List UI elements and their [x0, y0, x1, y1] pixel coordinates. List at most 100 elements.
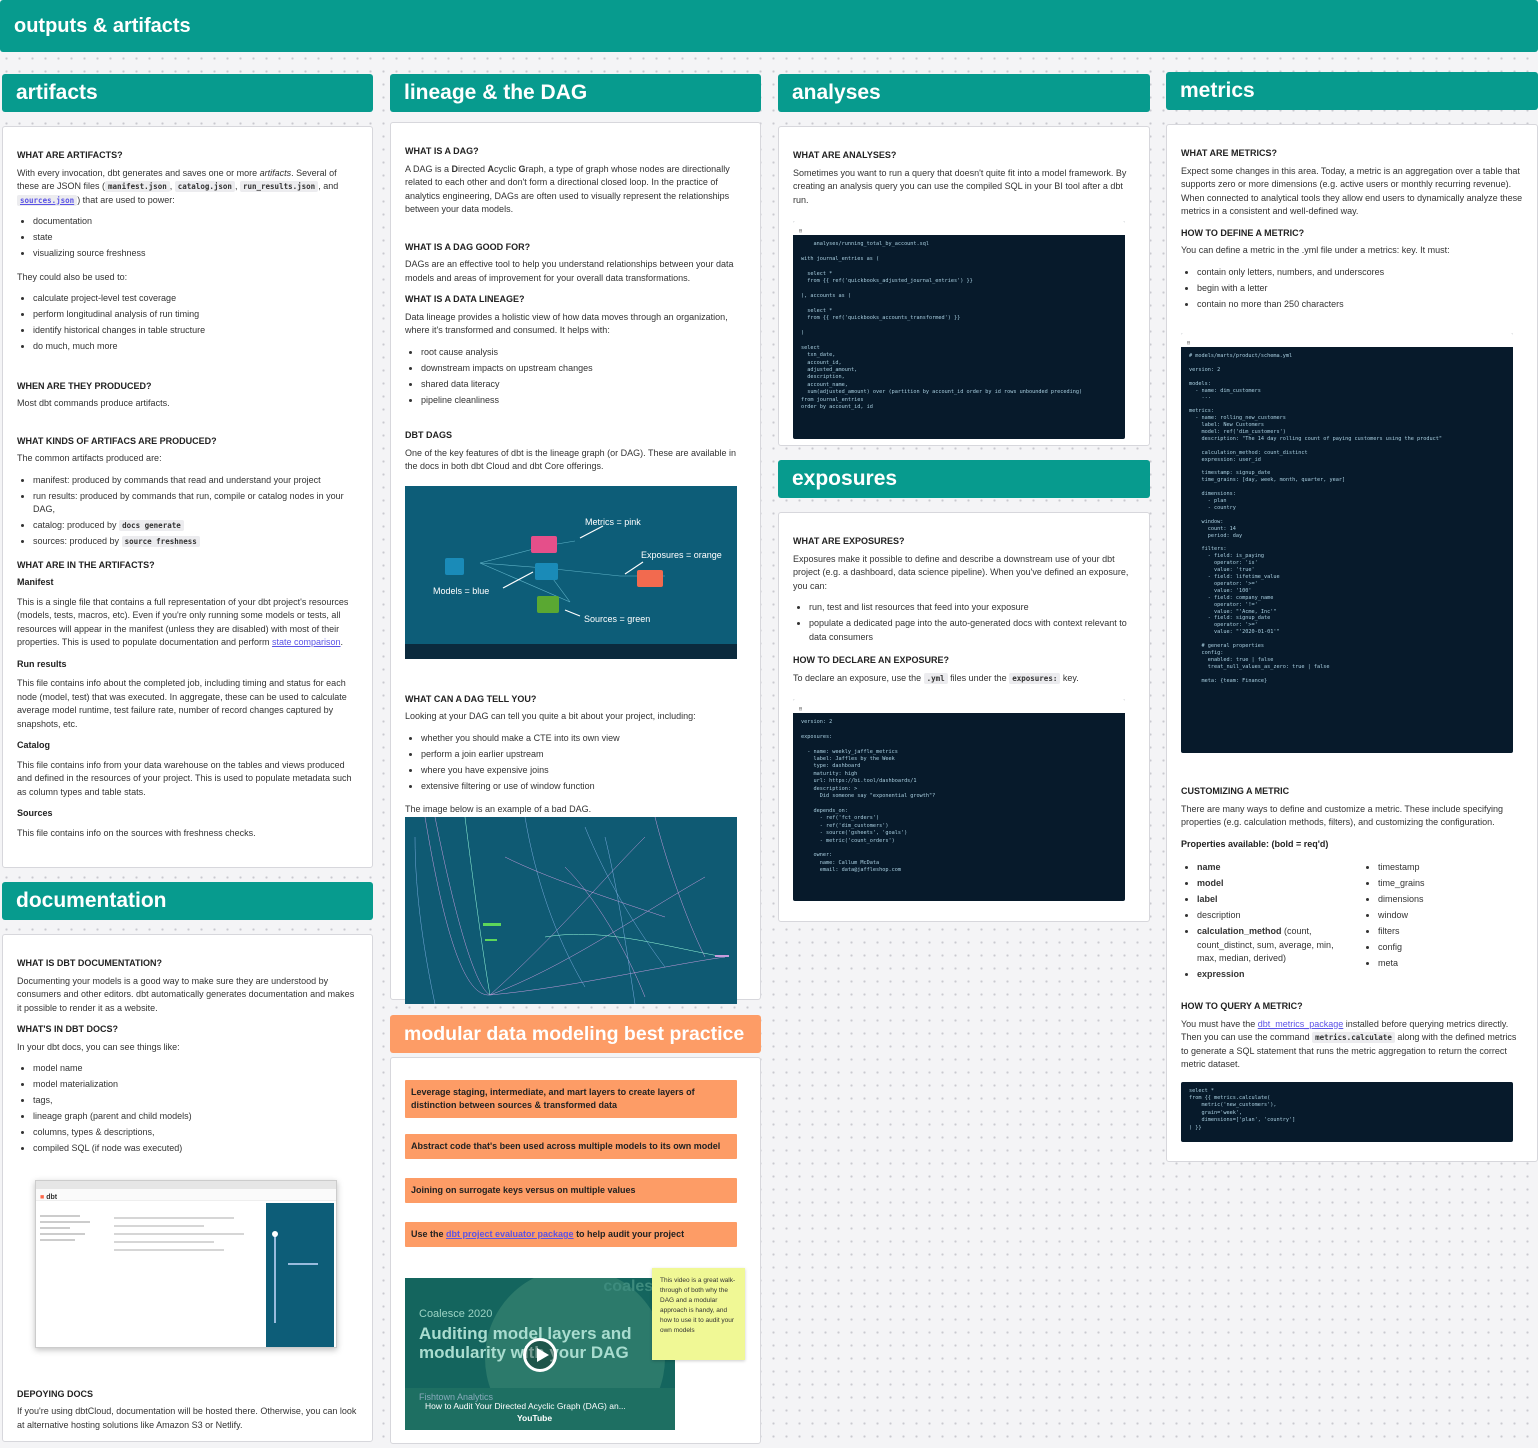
bad-dag-lines — [414, 816, 729, 1004]
list-item: run, test and list resources that feed i… — [809, 601, 1135, 615]
list-item: perform a join earlier upstream — [421, 748, 746, 762]
list-item: visualizing source freshness — [33, 247, 358, 261]
paragraph: You can define a metric in the .yml file… — [1181, 245, 1450, 255]
list-item: begin with a letter — [1197, 282, 1523, 296]
heading: WHAT IS DBT DOCUMENTATION? — [17, 958, 162, 968]
play-button-icon[interactable] — [523, 1338, 557, 1372]
dag-node-source — [537, 595, 559, 613]
list-item: perform longitudinal analysis of run tim… — [33, 308, 358, 322]
heading: WHAT KINDS OF ARTIFACS ARE PRODUCED? — [17, 435, 217, 446]
dbt-project-evaluator-link[interactable]: dbt project evaluator package — [446, 1229, 574, 1239]
paragraph: With every invocation, dbt generates and… — [17, 167, 339, 206]
paragraph: Data lineage provides a holistic view of… — [405, 311, 728, 336]
dag-label-sources: Sources = green — [584, 613, 651, 624]
list-item: populate a dedicated page into the auto-… — [809, 617, 1135, 644]
list-item: whether you should make a CTE into its o… — [421, 732, 746, 746]
code-text: analyses/running_total_by_account.sql wi… — [801, 241, 1083, 410]
list-item: documentation — [33, 215, 358, 229]
code-block-metric-definition: ▤ # models/marts/product/schema.yml vers… — [1181, 333, 1513, 753]
section-header-lineage: lineage & the DAG — [390, 74, 761, 112]
list-item: tags, — [33, 1094, 358, 1108]
subheading: Sources — [17, 808, 53, 818]
list-item: description — [1197, 909, 1342, 923]
list: root cause analysis downstream impacts o… — [421, 346, 746, 408]
list-item: expression — [1197, 968, 1342, 982]
dag-example-image: Metrics = pink Exposures = orange Models… — [405, 485, 737, 659]
documentation-card: WHAT IS DBT DOCUMENTATION? Documenting y… — [2, 934, 373, 1442]
dbt-docs-screenshot: ■ dbt — [35, 1179, 337, 1348]
list: calculate project-level test coverage pe… — [33, 292, 358, 354]
dag-label-metrics: Metrics = pink — [585, 516, 641, 527]
exposures-card: WHAT ARE EXPOSURES? Exposures make it po… — [778, 512, 1150, 922]
code-block-analysis: ▤ analyses/running_total_by_account.sql … — [793, 221, 1125, 439]
code-block-header: ▤ — [793, 699, 1125, 713]
paragraph: This file contains info from your data w… — [17, 759, 352, 797]
video-platform: YouTube — [517, 1413, 553, 1423]
properties-left: name model label description calculation… — [1197, 861, 1342, 984]
sources-json-link[interactable]: sources.json — [17, 194, 78, 206]
dbt-logo-icon: ■ — [40, 1193, 45, 1201]
list-item: identify historical changes in table str… — [33, 324, 358, 338]
dag-node-model — [445, 557, 464, 575]
heading: WHAT ARE ANALYSES? — [793, 150, 897, 160]
best-practice-item: Abstract code that's been used across mu… — [405, 1134, 737, 1159]
dag-node-model — [535, 562, 559, 580]
list-item: compiled SQL (if node was executed) — [33, 1142, 358, 1156]
paragraph: Looking at your DAG can tell you quite a… — [405, 711, 696, 721]
bad-dag-image — [405, 816, 737, 1004]
state-comparison-link[interactable]: state comparison — [272, 637, 341, 647]
properties-right: timestamp time_grains dimensions window … — [1378, 861, 1523, 984]
list-item: time_grains — [1378, 877, 1523, 891]
list: model name model materialization tags, l… — [33, 1062, 358, 1156]
paragraph: This is a single file that contains a fu… — [17, 596, 349, 648]
dag-label-models: Models = blue — [433, 585, 490, 596]
subheading: Properties available: (bold = req'd) — [1181, 838, 1329, 849]
code-block-header: ▤ — [793, 221, 1125, 235]
sticky-note: This video is a great walk-through of bo… — [652, 1268, 745, 1360]
heading: WHAT IS A DAG? — [405, 146, 479, 156]
heading: HOW TO DEFINE A METRIC? — [1181, 227, 1305, 238]
list-item: calculation_method (count, count_distinc… — [1197, 925, 1342, 966]
paragraph: If you're using dbtCloud, documentation … — [17, 1406, 357, 1430]
dbt-metrics-package-link[interactable]: dbt_metrics_package — [1258, 1019, 1344, 1029]
list-item: meta — [1378, 957, 1523, 971]
list-item: label — [1197, 893, 1342, 907]
dag-label-exposures: Exposures = orange — [641, 549, 722, 560]
list-item: contain only letters, numbers, and under… — [1197, 266, 1523, 280]
paragraph: You must have the dbt_metrics_package in… — [1181, 1018, 1517, 1070]
list: documentation state visualizing source f… — [33, 215, 358, 261]
paragraph: DAGs are an effective tool to help you u… — [405, 259, 734, 283]
section-header-exposures: exposures — [778, 460, 1150, 498]
video-embed[interactable]: coalesce Coalesce 2020 Auditing model la… — [405, 1278, 675, 1430]
page-title: outputs & artifacts — [0, 0, 1538, 52]
section-header-documentation: documentation — [2, 882, 373, 920]
subheading: Manifest — [17, 577, 54, 587]
code-text: # models/marts/product/schema.yml versio… — [1189, 353, 1442, 684]
list-item: filters — [1378, 925, 1523, 939]
code-block-header: ▤ — [1181, 333, 1513, 347]
list-item: manifest: produced by commands that read… — [33, 474, 358, 488]
list: whether you should make a CTE into its o… — [421, 732, 746, 794]
heading: WHAT ARE METRICS? — [1181, 148, 1277, 158]
heading: CUSTOMIZING A METRIC — [1181, 786, 1290, 796]
subheading: Catalog — [17, 740, 51, 750]
heading: WHAT ARE ARTIFACTS? — [17, 150, 123, 160]
paragraph: They could also be used to: — [17, 271, 128, 282]
heading: DBT DAGS — [405, 430, 452, 440]
code-block-exposure: ▤ version: 2 exposures: - name: weekly_j… — [793, 699, 1125, 901]
list-item: config — [1378, 941, 1523, 955]
list-item: dimensions — [1378, 893, 1523, 907]
best-practice-item: Joining on surrogate keys versus on mult… — [405, 1178, 737, 1203]
heading: HOW TO DECLARE AN EXPOSURE? — [793, 655, 950, 665]
list-item: model — [1197, 877, 1342, 891]
heading: WHAT ARE IN THE ARTIFACTS? — [17, 559, 155, 570]
list-item: catalog: produced by docs generate — [33, 519, 358, 533]
list-item: contain no more than 250 characters — [1197, 298, 1523, 312]
paragraph: In your dbt docs, you can see things lik… — [17, 1041, 180, 1052]
analyses-card: WHAT ARE ANALYSES? Sometimes you want to… — [778, 126, 1150, 446]
dag-node-metric — [531, 535, 558, 553]
section-header-artifacts: artifacts — [2, 74, 373, 112]
code-text: select * from {{ metrics.calculate( metr… — [1189, 1087, 1296, 1131]
best-practice-item: Use the dbt project evaluator package to… — [405, 1222, 737, 1247]
subheading: Run results — [17, 658, 67, 669]
